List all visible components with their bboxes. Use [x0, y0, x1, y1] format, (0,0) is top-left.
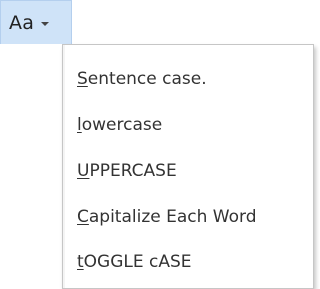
- menu-item-uppercase[interactable]: U PPERCASE: [77, 151, 307, 191]
- menu-gutter: [63, 45, 65, 288]
- change-case-button[interactable]: Aa: [0, 0, 72, 44]
- menu-item-label: PPERCASE: [89, 161, 177, 181]
- menu-item-label: apitalize Each Word: [88, 207, 257, 227]
- menu-item-sentence-case[interactable]: Sentence case.: [77, 59, 307, 99]
- menu-item-mnemonic: C: [77, 207, 89, 227]
- menu-item-label: OGGLE cASE: [83, 252, 192, 272]
- change-case-menu: Sentence case. l owercase U PPERCASE Capit…: [62, 44, 314, 289]
- menu-item-label: entence case.: [87, 69, 207, 89]
- menu-item-mnemonic: S: [77, 69, 88, 89]
- menu-item-capitalize-each-word[interactable]: Capitalize Each Word: [77, 197, 307, 237]
- menu-item-lowercase[interactable]: l owercase: [77, 105, 307, 145]
- menu-item-mnemonic: U: [77, 161, 90, 181]
- menu-item-mnemonic: t: [77, 252, 84, 272]
- change-case-ui: Aa Sentence case. l owercase U PPERCASE Ca…: [0, 0, 318, 289]
- menu-item-label: owercase: [81, 115, 163, 135]
- menu-item-toggle-case[interactable]: t OGGLE cASE: [77, 242, 307, 282]
- change-case-label: Aa: [9, 11, 35, 34]
- chevron-down-icon: [41, 22, 50, 26]
